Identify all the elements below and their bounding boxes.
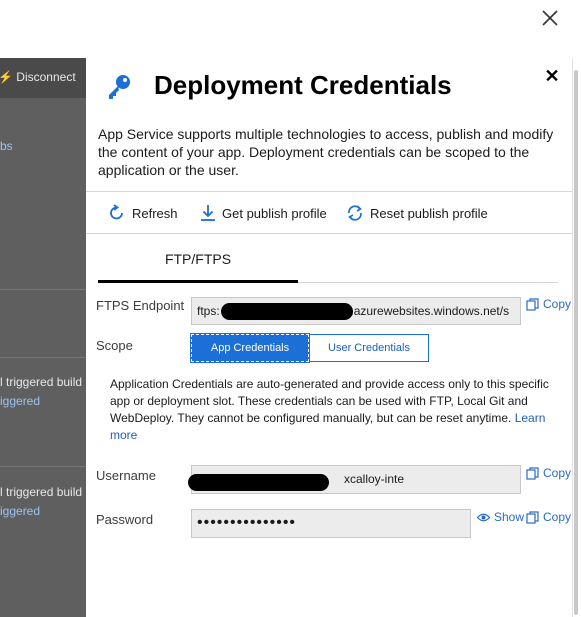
window-close-icon[interactable] (540, 8, 560, 28)
copy-label: Copy (543, 466, 572, 480)
copy-icon (526, 466, 539, 480)
scope-description: Application Credentials are auto-generat… (110, 377, 549, 442)
copy-icon (526, 297, 539, 311)
dialog-title: Deployment Credentials (154, 70, 452, 100)
show-label: Show (494, 510, 525, 524)
tab-ftp-ftps[interactable]: FTP/FTPS (98, 251, 298, 267)
reset-icon (348, 205, 362, 221)
copy-label: Copy (543, 297, 572, 311)
close-icon[interactable]: ✕ (544, 67, 560, 85)
reset-publish-profile-label: Reset publish profile (370, 205, 488, 221)
key-icon (106, 73, 132, 101)
background-text: l triggered build (0, 375, 83, 389)
refresh-icon (110, 204, 123, 220)
username-copy-button[interactable]: Copy (526, 466, 571, 480)
ftps-endpoint-copy-button[interactable]: Copy (526, 297, 571, 311)
redaction (188, 474, 329, 491)
password-field[interactable]: ••••••••••••••• (191, 509, 471, 538)
background-text: l triggered build (0, 485, 83, 499)
divider (0, 357, 86, 358)
get-publish-profile-button[interactable]: Get publish profile (200, 202, 327, 224)
ftps-endpoint-label: FTPS Endpoint (96, 298, 185, 313)
divider (86, 233, 572, 234)
reset-publish-profile-button[interactable]: Reset publish profile (346, 202, 488, 224)
scope-app-credentials-button[interactable]: App Credentials (190, 333, 310, 363)
eye-icon (477, 513, 490, 521)
ftps-endpoint-prefix: ftps: (197, 304, 220, 318)
background-link: iggered (0, 394, 41, 408)
divider (0, 289, 86, 290)
tab-active-indicator (98, 280, 298, 283)
password-show-button[interactable]: Show (477, 510, 524, 524)
refresh-button[interactable]: Refresh (108, 202, 178, 224)
refresh-label: Refresh (132, 205, 178, 221)
copy-icon (526, 510, 539, 524)
get-publish-profile-label: Get publish profile (222, 205, 327, 221)
scrollbar-thumb[interactable] (574, 70, 578, 615)
disconnect-button: ⚡ Disconnect (0, 70, 76, 84)
divider (86, 191, 572, 192)
scope-user-credentials-button[interactable]: User Credentials (309, 334, 429, 362)
redaction (221, 303, 353, 320)
intro-text: App Service supports multiple technologi… (98, 126, 554, 178)
download-icon (201, 205, 215, 221)
background-overlay: ⚡ Disconnect bs l triggered build iggere… (0, 58, 86, 617)
scope-label: Scope (96, 338, 133, 353)
disconnect-icon: ⚡ (0, 70, 13, 84)
copy-label: Copy (543, 510, 572, 524)
username-value: xcalloy-inte (344, 472, 405, 486)
tab-divider (298, 282, 558, 283)
background-text: bs (0, 139, 13, 153)
password-label: Password (96, 512, 154, 527)
password-copy-button[interactable]: Copy (526, 510, 571, 524)
divider (0, 466, 86, 467)
background-link: iggered (0, 504, 41, 518)
ftps-endpoint-suffix: p.azurewebsites.windows.net/s (343, 304, 510, 318)
username-label: Username (96, 468, 156, 483)
